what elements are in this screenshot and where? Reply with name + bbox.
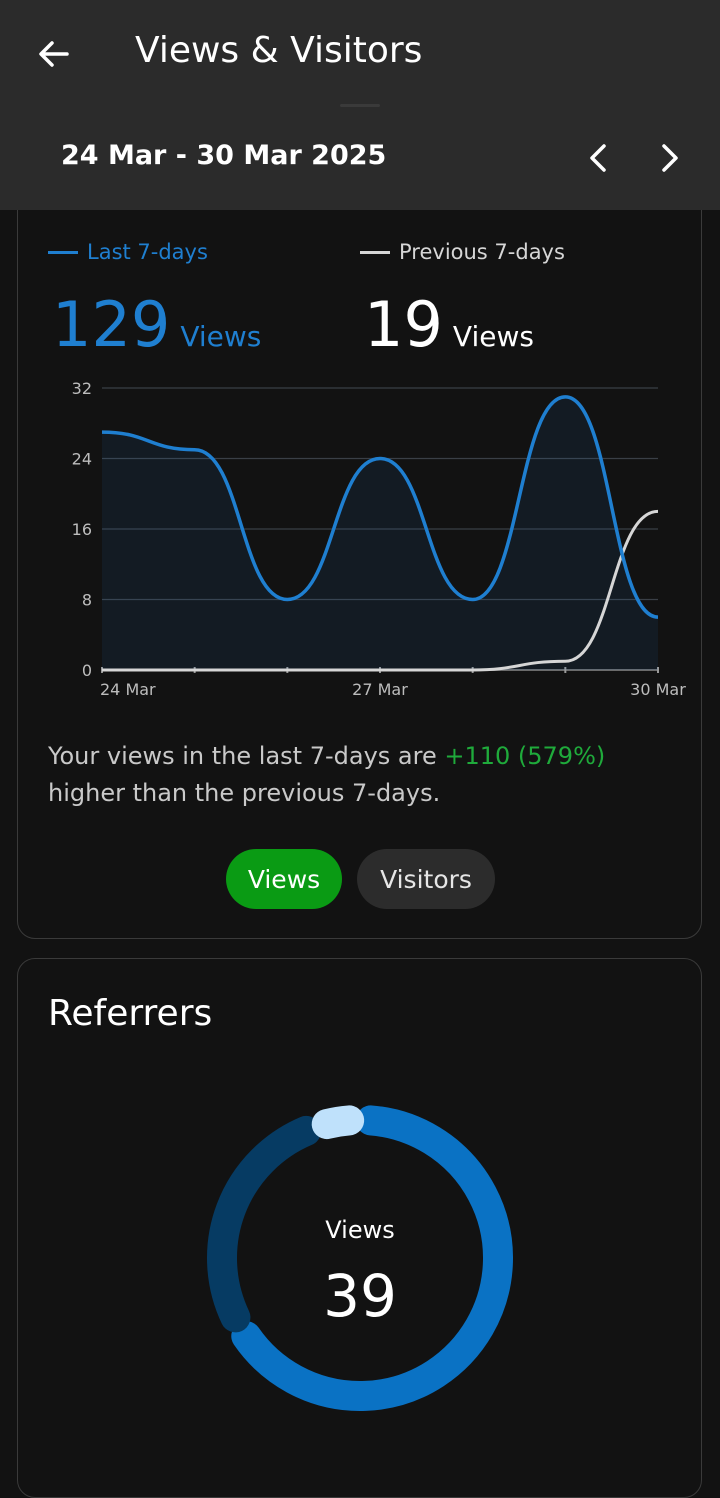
referrers-donut-chart: [207, 1105, 513, 1411]
referrers-title: Referrers: [48, 993, 213, 1034]
date-range: 24 Mar - 30 Mar 2025: [61, 140, 387, 171]
donut-center-value: 39: [323, 1262, 397, 1330]
x-tick-label: 30 Mar: [630, 680, 686, 699]
next-period-icon[interactable]: [650, 138, 690, 178]
y-tick-label: 32: [72, 379, 92, 398]
donut-center-label: Views: [325, 1216, 395, 1244]
summary-prefix: Your views in the last 7-days are: [48, 742, 445, 770]
legend-current-label: Last 7-days: [87, 240, 208, 264]
views-toggle-button[interactable]: Views: [226, 849, 342, 909]
drag-handle: [340, 104, 380, 107]
views-summary: Your views in the last 7-days are +110 (…: [48, 738, 658, 812]
page-title: Views & Visitors: [135, 30, 423, 71]
legend-current: Last 7-days: [48, 240, 208, 264]
y-tick-label: 8: [82, 591, 92, 610]
legend-previous-label: Previous 7-days: [399, 240, 565, 264]
summary-suffix: higher than the previous 7-days.: [48, 779, 441, 807]
donut-segment[interactable]: [231, 1105, 513, 1411]
summary-delta: +110 (579%): [444, 742, 606, 770]
app-bar: Views & Visitors 24 Mar - 30 Mar 2025: [0, 0, 720, 210]
y-tick-label: 16: [72, 520, 92, 539]
x-tick-label: 27 Mar: [352, 680, 408, 699]
previous-views-stat: 19 Views: [364, 288, 534, 361]
views-line-chart: 0 8 16 24 32 24 Mar 27 Mar 30 Mar: [72, 379, 687, 699]
legend-previous: Previous 7-days: [360, 240, 565, 264]
current-series-area: [102, 396, 658, 670]
y-tick-label: 24: [72, 450, 92, 469]
back-arrow-icon[interactable]: [34, 34, 74, 74]
y-tick-label: 0: [82, 661, 92, 680]
legend-current-swatch: [48, 250, 78, 254]
previous-period-icon[interactable]: [578, 138, 618, 178]
current-views-unit: Views: [180, 320, 262, 353]
visitors-toggle-button[interactable]: Visitors: [357, 849, 495, 909]
previous-views-unit: Views: [452, 320, 534, 353]
current-views-stat: 129 Views: [52, 288, 261, 361]
x-tick-label: 24 Mar: [100, 680, 156, 699]
previous-views-value: 19: [364, 288, 443, 361]
donut-segment[interactable]: [311, 1105, 365, 1140]
legend-previous-swatch: [360, 250, 390, 254]
current-views-value: 129: [52, 288, 171, 361]
